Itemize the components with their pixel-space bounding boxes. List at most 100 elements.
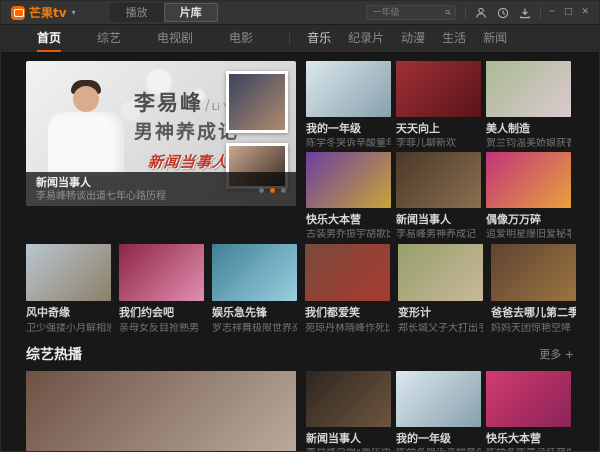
video-subtitle: 陈学冬陈意涵装萌耍玩: [486, 448, 571, 452]
video-title[interactable]: 我们都爱笑: [305, 306, 390, 319]
large-video-thumbnail[interactable]: [26, 371, 296, 452]
hot-variety-band: 新闻当事人 李易峰自揭“黑历史” 我的一年级 陈学冬哭诉辛酸童年 快乐大本营 陈…: [26, 371, 574, 452]
video-title[interactable]: 美人制造: [486, 122, 571, 135]
tab-play[interactable]: 播放: [110, 3, 164, 22]
video-subtitle: 苑琼丹林晓峰作死比拼: [305, 323, 390, 335]
titlebar-divider: [540, 7, 541, 19]
more-link[interactable]: 更多 +: [539, 346, 574, 362]
video-card: 我们约会吧 亲母女反目抢熟男: [119, 244, 204, 334]
nav-tab-anime[interactable]: 动漫: [401, 25, 425, 52]
video-card: 风中奇缘 卫少强搂小月解相思: [26, 244, 111, 334]
video-title[interactable]: 天天向上: [396, 122, 481, 135]
video-title[interactable]: 快乐大本营: [306, 213, 391, 226]
video-title[interactable]: 新闻当事人: [306, 432, 391, 445]
banner-caption-subtitle: 李易峰畅谈出道七年心路历程: [36, 190, 286, 203]
nav-tab-tvseries[interactable]: 电视剧: [157, 25, 193, 52]
video-thumbnail[interactable]: [486, 61, 571, 117]
download-icon[interactable]: [519, 7, 531, 19]
titlebar-divider: [465, 7, 466, 19]
titlebar-icons: [475, 7, 531, 19]
chevron-down-icon: ▾: [72, 8, 76, 17]
video-title[interactable]: 我的一年级: [306, 122, 391, 135]
video-subtitle: 妈妈天团惊艳空降: [491, 323, 576, 335]
video-thumbnail[interactable]: [398, 244, 483, 301]
video-subtitle: 贺兰钧温美娇娘获香吻: [486, 138, 571, 150]
video-subtitle: 陈学冬哭诉辛酸童年: [396, 448, 481, 452]
nav-tab-music[interactable]: 音乐: [307, 25, 331, 52]
video-subtitle: 李易峰自揭“黑历史”: [306, 448, 391, 452]
nav-tab-home[interactable]: 首页: [37, 25, 61, 52]
video-title[interactable]: 新闻当事人: [396, 213, 481, 226]
video-thumbnail[interactable]: [305, 244, 390, 301]
video-title[interactable]: 我的一年级: [396, 432, 481, 445]
featured-grid: 我的一年级 陈学冬哭诉辛酸童年 天天向上 李菲儿聊新欢 美人制造 贺兰钧温美娇娘…: [306, 61, 571, 241]
video-thumbnail[interactable]: [491, 244, 576, 301]
video-title[interactable]: 偶像万万碎: [486, 213, 571, 226]
video-title[interactable]: 快乐大本营: [486, 432, 571, 445]
carousel-dot[interactable]: [281, 188, 286, 193]
close-button[interactable]: ✕: [581, 8, 589, 17]
nav-tab-movies[interactable]: 电影: [229, 25, 253, 52]
nav-tab-news[interactable]: 新闻: [483, 25, 507, 52]
video-subtitle: 追爱明星爆旧爱秘事: [486, 229, 571, 241]
video-title[interactable]: 风中奇缘: [26, 306, 111, 319]
video-thumbnail[interactable]: [306, 152, 391, 208]
video-thumbnail[interactable]: [119, 244, 204, 301]
search-input[interactable]: [371, 7, 445, 19]
app-logo[interactable]: 芒果tv ▾: [11, 6, 76, 20]
video-thumbnail[interactable]: [396, 371, 481, 427]
video-thumbnail[interactable]: [396, 61, 481, 117]
minimize-button[interactable]: ─: [550, 8, 555, 17]
video-thumbnail[interactable]: [306, 371, 391, 427]
video-thumbnail[interactable]: [212, 244, 297, 301]
mgtv-logo-icon: [11, 6, 25, 20]
video-card: 我们都爱笑 苑琼丹林晓峰作死比拼: [305, 244, 390, 334]
section-header: 综艺热播 更多 +: [26, 344, 574, 364]
mode-switcher: 播放 片库: [110, 3, 218, 22]
video-thumbnail[interactable]: [26, 244, 111, 301]
video-thumbnail[interactable]: [396, 152, 481, 208]
nav-tab-variety[interactable]: 综艺: [97, 25, 121, 52]
top-section: 李易峰/Li Yifeng 男神养成记 新闻当事人 新闻当事人 李易峰畅谈出道七…: [26, 61, 574, 241]
video-card: 我的一年级 陈学冬哭诉辛酸童年: [306, 61, 391, 150]
video-title[interactable]: 变形计: [398, 306, 483, 319]
video-card: 快乐大本营 陈学冬陈意涵装萌耍玩: [486, 371, 571, 452]
video-thumbnail[interactable]: [306, 61, 391, 117]
banner-caption-title: 新闻当事人: [36, 176, 286, 190]
video-card: 我的一年级 陈学冬哭诉辛酸童年: [396, 371, 481, 452]
section-title: 综艺热播: [26, 344, 82, 364]
maximize-button[interactable]: □: [564, 8, 573, 17]
nav-tab-documentary[interactable]: 纪录片: [348, 25, 384, 52]
banner-show-logo: 新闻当事人: [147, 151, 238, 172]
carousel-dot[interactable]: [259, 188, 264, 193]
video-card: 新闻当事人 李易峰男神养成记: [396, 152, 481, 241]
featured-banner[interactable]: 李易峰/Li Yifeng 男神养成记 新闻当事人 新闻当事人 李易峰畅谈出道七…: [26, 61, 296, 206]
carousel-dots: [259, 188, 286, 193]
hot-variety-grid: 新闻当事人 李易峰自揭“黑历史” 我的一年级 陈学冬哭诉辛酸童年 快乐大本营 陈…: [306, 371, 571, 452]
video-title[interactable]: 我们约会吧: [119, 306, 204, 319]
category-nav: 首页 综艺 电视剧 电影 音乐 纪录片 动漫 生活 新闻: [1, 25, 599, 53]
video-title[interactable]: 娱乐急先锋: [212, 306, 297, 319]
search-box[interactable]: [366, 5, 456, 20]
video-subtitle: 陈学冬哭诉辛酸童年: [306, 138, 391, 150]
video-subtitle: 郑长城父子大打出手: [398, 323, 483, 335]
video-subtitle: 卫少强搂小月解相思: [26, 323, 111, 335]
video-subtitle: 亲母女反目抢熟男: [119, 323, 204, 335]
banner-subheadline: 男神养成记: [134, 117, 239, 144]
video-subtitle: 罗志祥舞极限世界巡演: [212, 323, 297, 335]
video-title[interactable]: 爸爸去哪儿第二季: [491, 306, 576, 319]
banner-caption: 新闻当事人 李易峰畅谈出道七年心路历程: [26, 172, 296, 206]
video-thumbnail[interactable]: [486, 371, 571, 427]
history-clock-icon[interactable]: [497, 7, 509, 19]
banner-inset-photo: [226, 71, 288, 133]
nav-tab-lifestyle[interactable]: 生活: [442, 25, 466, 52]
user-icon[interactable]: [475, 7, 487, 19]
video-card: 偶像万万碎 追爱明星爆旧爱秘事: [486, 152, 571, 241]
carousel-dot-active[interactable]: [270, 188, 275, 193]
tab-library[interactable]: 片库: [164, 3, 218, 22]
main-content: 李易峰/Li Yifeng 男神养成记 新闻当事人 新闻当事人 李易峰畅谈出道七…: [1, 53, 599, 452]
video-thumbnail[interactable]: [486, 152, 571, 208]
search-icon[interactable]: [445, 7, 451, 18]
second-row: 风中奇缘 卫少强搂小月解相思 我们约会吧 亲母女反目抢熟男 娱乐急先锋 罗志祥舞…: [26, 244, 574, 334]
window-controls: ─ □ ✕: [550, 8, 589, 17]
